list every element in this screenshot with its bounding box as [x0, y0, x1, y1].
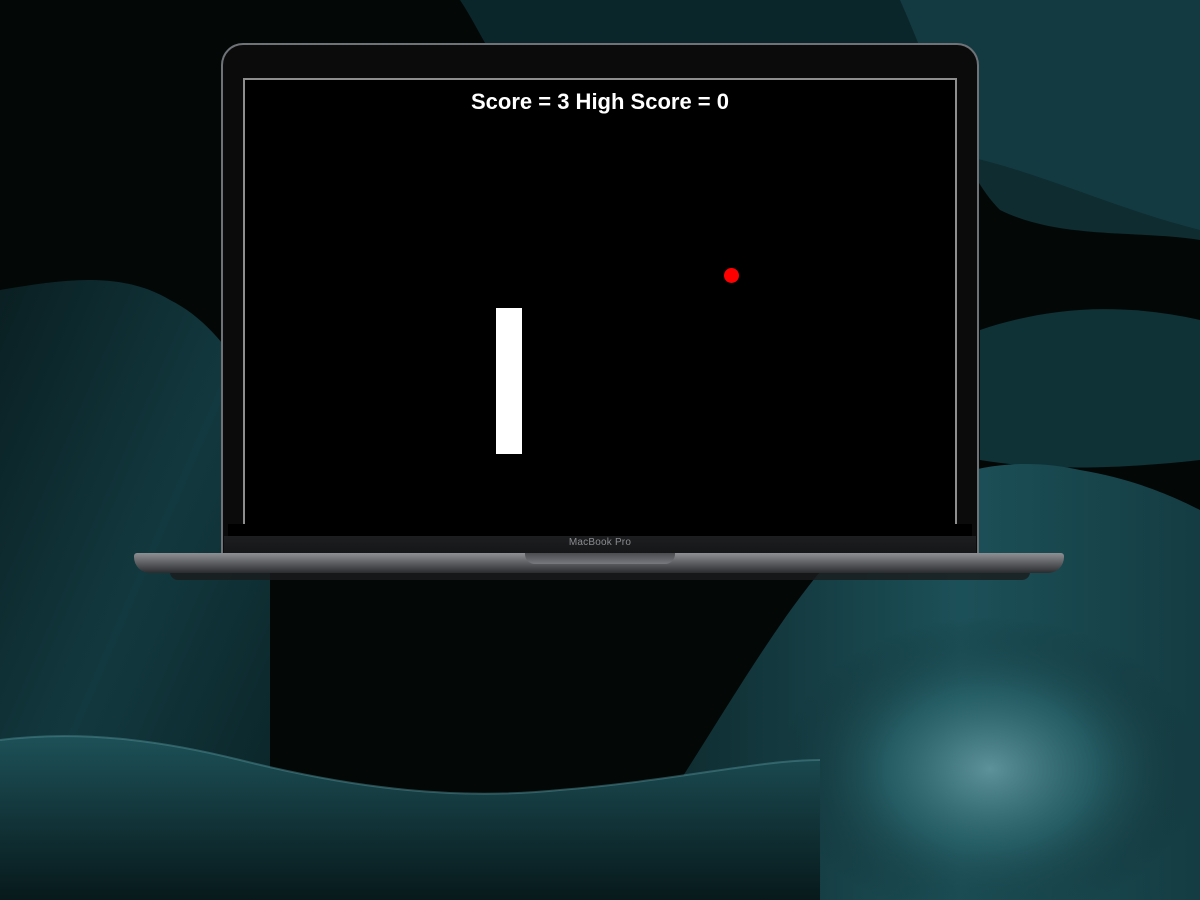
ball — [724, 268, 739, 283]
score-display: Score = 3 High Score = 0 — [243, 89, 957, 115]
laptop-base-shadow — [170, 572, 1030, 580]
screen-bottom-bezel — [228, 524, 972, 536]
stage: MacBook Pro Score = 3 High Score = 0 — [0, 0, 1200, 900]
score-label: Score = — [470, 89, 558, 114]
high-score-value: 0 — [716, 89, 730, 114]
laptop-notch — [525, 553, 675, 564]
laptop-brand-label: MacBook Pro — [568, 537, 632, 548]
high-score-label: High Score = — [569, 89, 717, 114]
paddle[interactable] — [496, 308, 522, 454]
score-value: 3 — [557, 89, 570, 114]
game-canvas[interactable] — [243, 78, 957, 524]
